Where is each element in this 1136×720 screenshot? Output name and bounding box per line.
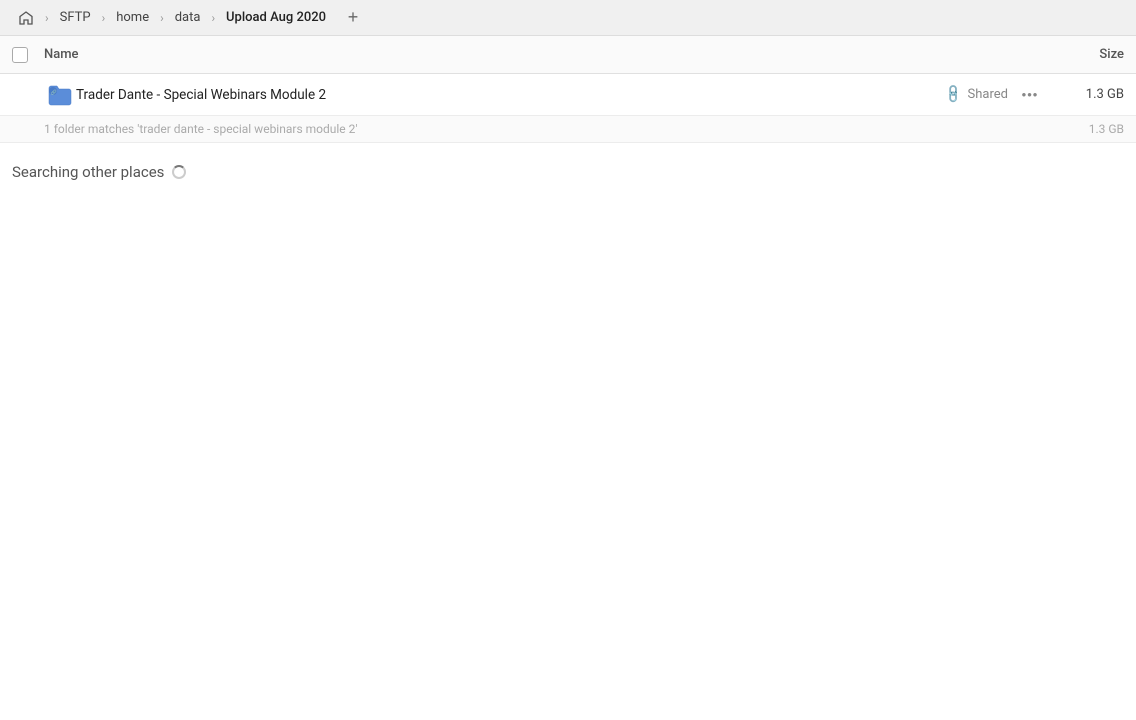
column-size-header: Size bbox=[1044, 47, 1124, 62]
folder-icon: 🔗 bbox=[44, 84, 76, 106]
column-name-header: Name bbox=[44, 47, 1044, 62]
link-icon: 🔗 bbox=[943, 83, 965, 105]
searching-section: Searching other places bbox=[0, 143, 1136, 191]
match-info-text: 1 folder matches 'trader dante - special… bbox=[44, 122, 357, 136]
match-info-size: 1.3 GB bbox=[1089, 122, 1124, 136]
breadcrumb-upload-aug-2020[interactable]: Upload Aug 2020 bbox=[220, 8, 332, 27]
breadcrumb-sftp[interactable]: SFTP bbox=[54, 8, 97, 27]
main-content: Name Size 🔗 Trader Dante - Special Webin… bbox=[0, 36, 1136, 720]
searching-title: Searching other places bbox=[12, 163, 1124, 181]
shared-badge[interactable]: 🔗 Shared bbox=[946, 87, 1008, 102]
header-checkbox-col bbox=[12, 47, 44, 63]
file-name-label: Trader Dante - Special Webinars Module 2 bbox=[76, 87, 946, 103]
table-header: Name Size bbox=[0, 36, 1136, 74]
more-options-button[interactable]: ••• bbox=[1016, 81, 1044, 109]
table-row[interactable]: 🔗 Trader Dante - Special Webinars Module… bbox=[0, 74, 1136, 116]
match-info-row: 1 folder matches 'trader dante - special… bbox=[0, 116, 1136, 143]
home-button[interactable] bbox=[12, 4, 40, 32]
shared-label: Shared bbox=[968, 87, 1008, 102]
loading-spinner bbox=[172, 165, 186, 179]
file-actions: 🔗 Shared ••• bbox=[946, 81, 1044, 109]
separator-2: › bbox=[102, 11, 106, 25]
breadcrumb-bar: › SFTP › home › data › Upload Aug 2020 + bbox=[0, 0, 1136, 36]
svg-text:🔗: 🔗 bbox=[51, 89, 58, 96]
breadcrumb-data[interactable]: data bbox=[169, 8, 207, 27]
separator-3: › bbox=[160, 11, 164, 25]
separator-1: › bbox=[45, 11, 49, 25]
separator-4: › bbox=[211, 11, 215, 25]
file-size-label: 1.3 GB bbox=[1044, 87, 1124, 102]
add-tab-button[interactable]: + bbox=[340, 5, 366, 31]
searching-title-text: Searching other places bbox=[12, 163, 164, 181]
select-all-checkbox[interactable] bbox=[12, 47, 28, 63]
more-icon: ••• bbox=[1022, 87, 1039, 102]
breadcrumb-home[interactable]: home bbox=[110, 8, 155, 27]
